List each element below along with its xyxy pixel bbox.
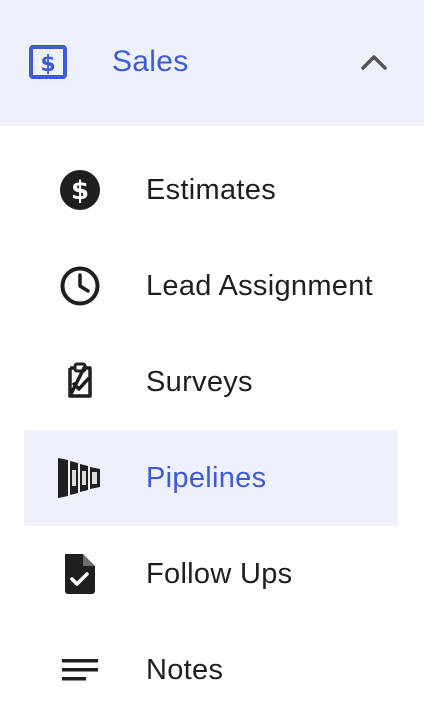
dollar-circle-icon: $ [56, 170, 104, 210]
sales-menu: $ Sales $ Estimates Lead Assignment Surv… [0, 0, 424, 708]
menu-item-estimates[interactable]: $ Estimates [24, 142, 398, 238]
dollar-bill-icon: $ [28, 44, 68, 80]
sales-section-header[interactable]: $ Sales [0, 0, 424, 126]
menu-item-pipelines[interactable]: Pipelines [24, 430, 398, 526]
menu-item-follow-ups[interactable]: Follow Ups [24, 526, 398, 622]
document-check-icon [56, 554, 104, 594]
notes-lines-icon [56, 650, 104, 690]
clock-icon [56, 266, 104, 306]
svg-text:$: $ [71, 176, 89, 206]
menu-item-label: Notes [146, 654, 224, 686]
pipeline-funnel-icon [56, 458, 104, 498]
menu-item-lead-assignment[interactable]: Lead Assignment [24, 238, 398, 334]
chevron-up-icon[interactable] [360, 50, 388, 74]
menu-item-label: Pipelines [146, 462, 267, 494]
svg-text:$: $ [40, 52, 55, 77]
sales-section-label: Sales [112, 45, 189, 78]
menu-item-label: Lead Assignment [146, 270, 373, 302]
clipboard-check-icon [56, 362, 104, 402]
menu-item-label: Follow Ups [146, 558, 293, 590]
menu-item-notes[interactable]: Notes [24, 622, 398, 708]
menu-item-label: Surveys [146, 366, 253, 398]
menu-item-surveys[interactable]: Surveys [24, 334, 398, 430]
menu-item-label: Estimates [146, 174, 277, 206]
